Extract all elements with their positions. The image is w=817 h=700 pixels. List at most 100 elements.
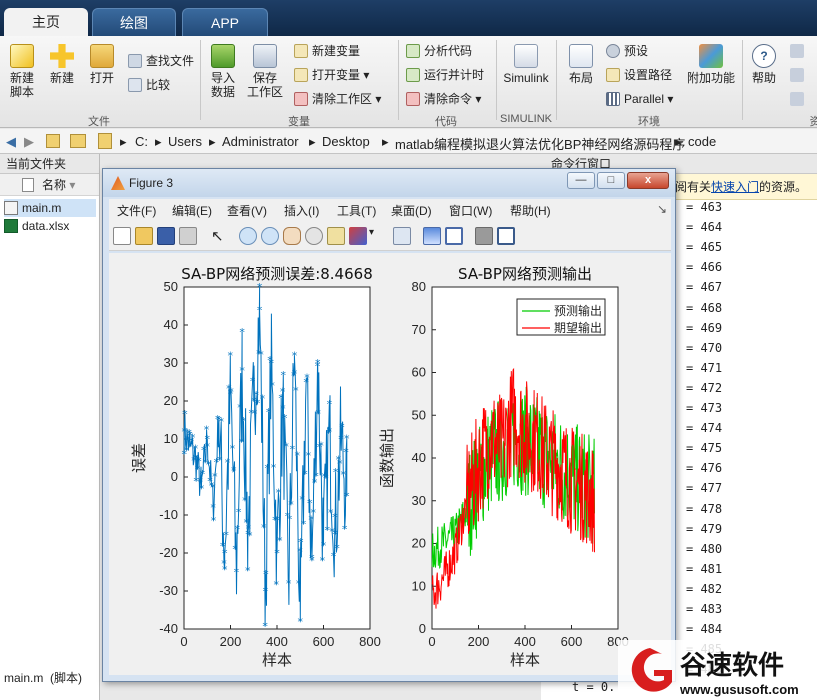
tab-home[interactable]: 主页 bbox=[4, 8, 88, 36]
layout-button[interactable]: 布局 bbox=[562, 44, 600, 85]
save-workspace-icon bbox=[253, 44, 277, 68]
save-icon[interactable] bbox=[157, 227, 175, 245]
simulink-label: Simulink bbox=[503, 71, 549, 85]
parallel-button[interactable]: Parallel ▾ bbox=[606, 90, 673, 108]
data-cursor-icon[interactable] bbox=[327, 227, 345, 245]
menu-window[interactable]: 窗口(W) bbox=[449, 202, 492, 219]
error-point-marker: * bbox=[250, 375, 256, 388]
error-point-marker: * bbox=[276, 486, 282, 499]
clear-commands-button[interactable]: 清除命令 ▾ bbox=[406, 90, 481, 108]
banner-prefix: 阅有关 bbox=[675, 180, 712, 194]
error-point-marker: * bbox=[258, 348, 264, 361]
request-support-button[interactable] bbox=[790, 66, 808, 84]
addons-button[interactable]: 附加功能 bbox=[686, 44, 736, 85]
close-button[interactable]: x bbox=[627, 172, 669, 189]
error-point-marker: * bbox=[274, 547, 280, 560]
preferences-button[interactable]: 预设 bbox=[606, 42, 648, 60]
zoom-in-icon[interactable] bbox=[239, 227, 257, 245]
dock-arrow-icon[interactable]: ↘ bbox=[657, 202, 667, 216]
menu-insert[interactable]: 插入(I) bbox=[284, 202, 319, 219]
zoom-out-icon[interactable] bbox=[261, 227, 279, 245]
error-point-marker: * bbox=[320, 555, 326, 568]
legend-icon[interactable] bbox=[445, 227, 463, 245]
open-button[interactable]: 打开 bbox=[86, 44, 118, 85]
simulink-button[interactable]: Simulink bbox=[502, 44, 550, 85]
y-tick-label: 10 bbox=[412, 578, 426, 593]
eraser-icon bbox=[294, 92, 308, 106]
error-point-marker: * bbox=[261, 522, 267, 535]
hide-plot-tools-icon[interactable] bbox=[475, 227, 493, 245]
breadcrumb-item[interactable]: C: bbox=[135, 134, 148, 149]
breadcrumb-item[interactable]: Administrator bbox=[222, 134, 299, 149]
command-output-line: = 480 bbox=[686, 541, 723, 556]
breadcrumb-item[interactable]: matlab编程模拟退火算法优化BP神经网络源码程序 bbox=[395, 134, 685, 153]
x-tick-label: 0 bbox=[180, 634, 187, 649]
chevron-down-icon[interactable]: ▾ bbox=[369, 227, 377, 245]
breadcrumb-item[interactable]: Users bbox=[168, 134, 202, 149]
file-name: main.m bbox=[22, 201, 62, 215]
print-icon[interactable] bbox=[179, 227, 197, 245]
folder-open-icon bbox=[90, 44, 114, 68]
breadcrumb-separator: ▸ bbox=[120, 134, 127, 149]
command-output-line: = 473 bbox=[686, 401, 723, 415]
browse-folder-icon[interactable] bbox=[70, 134, 86, 148]
error-point-marker: * bbox=[269, 379, 275, 392]
name-column-header[interactable]: 名称 ▾ bbox=[0, 174, 99, 196]
new-variable-button[interactable]: 新建变量 bbox=[294, 42, 360, 60]
command-output-line: = 469 bbox=[686, 320, 723, 335]
menu-desktop[interactable]: 桌面(D) bbox=[391, 202, 432, 219]
current-folder-panel: 当前文件夹 名称 ▾ main.m data.xlsx main.m (脚本) bbox=[0, 154, 100, 700]
menu-tools[interactable]: 工具(T) bbox=[337, 202, 376, 219]
menu-edit[interactable]: 编辑(E) bbox=[172, 202, 212, 219]
new-script-button[interactable]: 新建 脚本 bbox=[6, 44, 38, 99]
learn-matlab-button[interactable] bbox=[790, 90, 808, 108]
error-point-marker: * bbox=[277, 535, 283, 548]
figure-canvas[interactable]: 0 200 400 600 800 -40 -30 -20 -10 0 10 20 30 40 50 SA-B… bbox=[109, 253, 671, 675]
menu-view[interactable]: 查看(V) bbox=[227, 202, 267, 219]
error-point-marker: * bbox=[245, 565, 251, 578]
find-files-button[interactable]: 查找文件 bbox=[128, 52, 194, 70]
file-item[interactable]: main.m bbox=[4, 199, 96, 217]
forward-arrow-icon[interactable]: ▶ bbox=[24, 134, 34, 150]
menu-file[interactable]: 文件(F) bbox=[117, 202, 156, 219]
figure-window[interactable]: Figure 3 — □ x 文件(F) 编辑(E) 查看(V) 插入(I) 工… bbox=[102, 168, 676, 682]
brush-icon[interactable] bbox=[349, 227, 367, 245]
back-arrow-icon[interactable]: ◀ bbox=[6, 134, 16, 150]
command-output-line: = 465 bbox=[686, 240, 723, 255]
error-point-marker: * bbox=[274, 514, 280, 527]
menu-help[interactable]: 帮助(H) bbox=[510, 202, 551, 219]
arrow-select-icon[interactable]: ↖ bbox=[211, 227, 229, 245]
link-plot-icon[interactable] bbox=[393, 227, 411, 245]
save-workspace-button[interactable]: 保存 工作区 bbox=[246, 44, 284, 99]
new-button[interactable]: 新建 bbox=[46, 44, 78, 85]
set-path-button[interactable]: 设置路径 bbox=[606, 66, 672, 84]
tab-plots[interactable]: 绘图 bbox=[92, 8, 176, 36]
rotate-3d-icon[interactable] bbox=[305, 227, 323, 245]
error-point-marker: * bbox=[239, 436, 245, 449]
open-variable-button[interactable]: 打开变量 ▾ bbox=[294, 66, 369, 84]
analyze-code-button[interactable]: 分析代码 bbox=[406, 42, 472, 60]
colorbar-icon[interactable] bbox=[423, 227, 441, 245]
tab-apps[interactable]: APP bbox=[182, 8, 268, 36]
figure-title-bar[interactable]: Figure 3 — □ x bbox=[103, 169, 675, 197]
pan-hand-icon[interactable] bbox=[283, 227, 301, 245]
community-button[interactable] bbox=[790, 42, 808, 60]
up-folder-icon[interactable] bbox=[46, 134, 60, 148]
clear-workspace-button[interactable]: 清除工作区 ▾ bbox=[294, 90, 381, 108]
run-and-time-button[interactable]: 运行并计时 bbox=[406, 66, 484, 84]
error-point-marker: * bbox=[311, 506, 317, 519]
new-figure-icon[interactable] bbox=[113, 227, 131, 245]
breadcrumb-item[interactable]: Desktop bbox=[322, 134, 370, 149]
import-data-button[interactable]: 导入 数据 bbox=[206, 44, 240, 99]
open-file-icon[interactable] bbox=[135, 227, 153, 245]
quick-start-link[interactable]: 快速入门 bbox=[711, 180, 759, 194]
help-label: 帮助 bbox=[751, 71, 776, 85]
figure-menu-bar: 文件(F) 编辑(E) 查看(V) 插入(I) 工具(T) 桌面(D) 窗口(W… bbox=[109, 199, 671, 221]
minimize-button[interactable]: — bbox=[567, 172, 595, 189]
compare-button[interactable]: 比较 bbox=[128, 76, 170, 94]
help-button[interactable]: ? 帮助 bbox=[748, 44, 780, 85]
file-item[interactable]: data.xlsx bbox=[4, 217, 69, 235]
breadcrumb-item[interactable]: code bbox=[688, 134, 716, 149]
show-plot-tools-icon[interactable] bbox=[497, 227, 515, 245]
maximize-button[interactable]: □ bbox=[597, 172, 625, 189]
